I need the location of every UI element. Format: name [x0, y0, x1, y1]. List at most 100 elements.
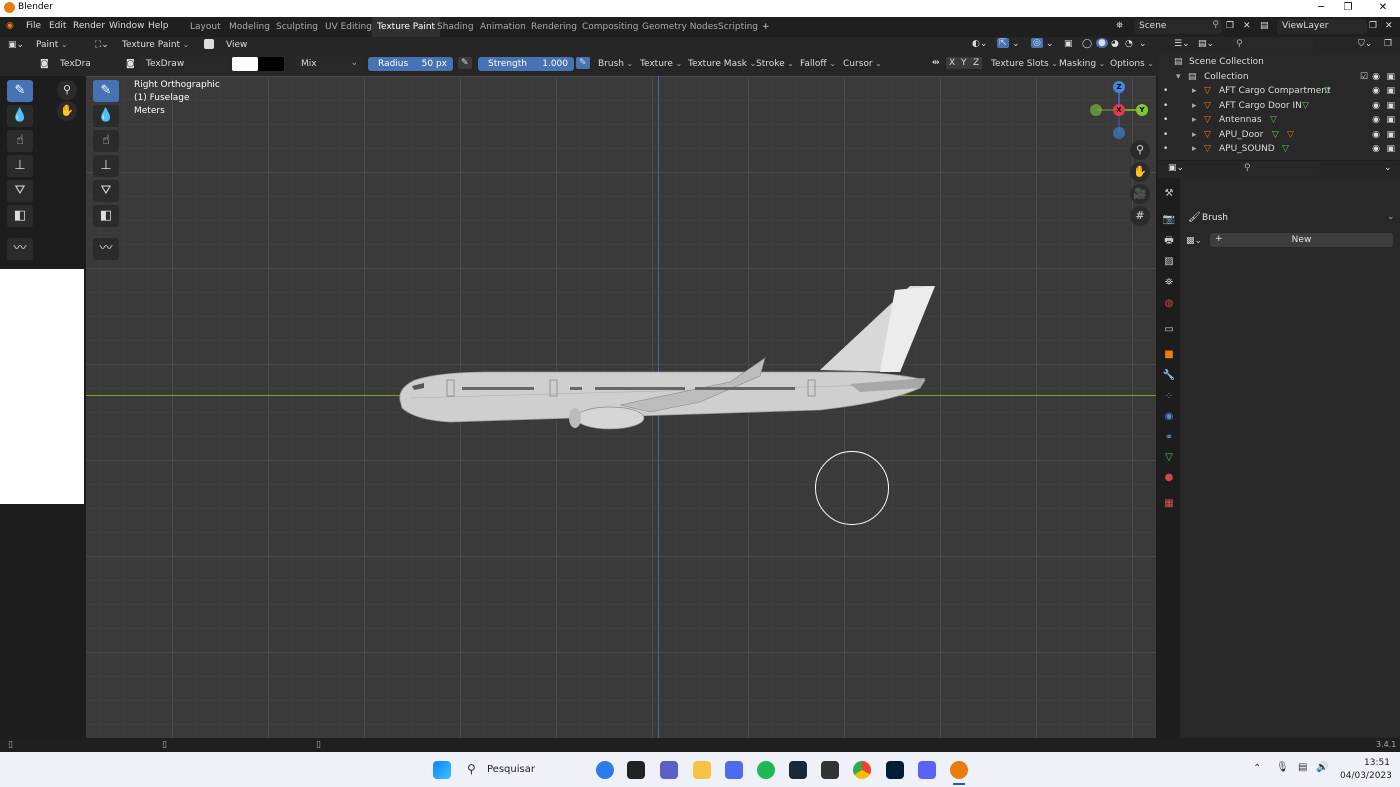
image-canvas[interactable] [0, 269, 84, 504]
chat-icon[interactable] [660, 761, 678, 779]
camera-icon[interactable]: ▣ [1386, 130, 1395, 140]
rendered-shading-icon[interactable]: ◔ [1125, 39, 1133, 49]
tool-tab-icon[interactable]: ⚒ [1162, 187, 1176, 201]
eye-icon[interactable]: ◉ [1372, 72, 1380, 82]
gizmo-toggle-icon[interactable]: ⇱ [997, 38, 1009, 48]
network-icon[interactable]: ▤ [1298, 762, 1307, 773]
view-layer-icon[interactable]: ▤ [1260, 21, 1269, 31]
vp-soften-tool-button[interactable]: 💧 [93, 105, 119, 127]
image-name[interactable]: TexDra [60, 59, 91, 69]
chevron-down-icon[interactable]: ⌄ [1387, 212, 1395, 222]
outliner-scene-collection[interactable]: ▤ Scene Collection [1162, 57, 1398, 71]
expand-icon[interactable]: ▸ [1192, 86, 1197, 96]
windows-start-icon[interactable] [433, 761, 451, 779]
viewport-editor-type-icon[interactable]: ⛶⌄ [95, 40, 109, 50]
expand-icon[interactable]: ▸ [1192, 101, 1197, 111]
file-explorer-icon[interactable] [693, 761, 711, 779]
tab-layout[interactable]: Layout [185, 17, 226, 37]
volume-icon[interactable]: 🔊 [1316, 762, 1328, 773]
properties-search-input[interactable]: ⚲ [1240, 162, 1320, 176]
overlay-dropdown-icon[interactable]: ⌄ [1046, 39, 1054, 49]
world-tab-icon[interactable]: ◍ [1162, 297, 1176, 311]
camera-view-icon[interactable]: 🎥 [1130, 184, 1150, 204]
new-brush-button[interactable]: + New [1210, 233, 1393, 247]
tab-scripting[interactable]: Scripting [713, 17, 763, 37]
eye-icon[interactable]: ◉ [1372, 115, 1380, 125]
camera-icon[interactable]: ▣ [1386, 86, 1395, 96]
pin-icon[interactable]: ⚲ [1212, 20, 1219, 30]
strength-slider[interactable]: Strength 1.000 [478, 57, 574, 71]
fill-tool-button[interactable]: ⛛ [7, 180, 33, 202]
texture-panel-dropdown[interactable]: Texture [640, 59, 682, 69]
options-dropdown[interactable]: Options [1110, 59, 1154, 69]
gizmo-neg-y-axis[interactable] [1090, 104, 1102, 116]
new-view-layer-icon[interactable]: ❐ [1369, 21, 1377, 31]
tab-compositing[interactable]: Compositing [577, 17, 643, 37]
cursor-dropdown[interactable]: Cursor [843, 59, 882, 69]
solid-shading-icon[interactable]: ● [1096, 38, 1108, 48]
brush-name-field[interactable]: TexDraw [140, 57, 228, 72]
microphone-icon[interactable]: 🎙 [1276, 762, 1289, 773]
blender-taskbar-icon[interactable] [950, 761, 968, 779]
expand-icon[interactable]: ▸ [1192, 144, 1197, 154]
interaction-mode-dropdown[interactable]: Texture Paint [122, 40, 189, 50]
expand-icon[interactable]: ▸ [1192, 115, 1197, 125]
menu-window[interactable]: Window [109, 21, 145, 31]
shading-dropdown-icon[interactable]: ⌄ [1139, 39, 1147, 49]
camera-icon[interactable]: ▣ [1386, 115, 1395, 125]
scene-tab-icon[interactable]: ⛯ [1162, 276, 1176, 290]
clock-date[interactable]: 04/03/2023 [1340, 771, 1392, 781]
tab-modeling[interactable]: Modeling [224, 17, 275, 37]
gizmo-dropdown-icon[interactable]: ⌄ [1012, 39, 1020, 49]
ortho-toggle-icon[interactable]: # [1130, 206, 1150, 226]
search-icon[interactable]: ⚲ [467, 762, 476, 776]
texture-mask-dropdown[interactable]: Texture Mask [688, 59, 756, 69]
material-tab-icon[interactable]: ● [1162, 471, 1176, 485]
gizmo-y-axis[interactable]: Y [1136, 104, 1148, 116]
xray-toggle-icon[interactable]: ▣ [1064, 39, 1073, 49]
properties-options-icon[interactable]: ⌄ [1384, 163, 1392, 173]
vp-mask-tool-button[interactable]: ◧ [93, 205, 119, 227]
menu-render[interactable]: Render [73, 21, 105, 31]
discord-icon[interactable] [918, 761, 936, 779]
zoom-view-icon[interactable]: ⚲ [1130, 140, 1150, 160]
image-browse-icon[interactable]: ◙ [40, 59, 49, 69]
smear-tool-button[interactable]: ☝ [7, 130, 33, 152]
material-shading-icon[interactable]: ◕ [1111, 39, 1119, 49]
modifier-tab-icon[interactable]: 🔧 [1162, 369, 1176, 383]
clone-tool-button[interactable]: ⊥ [7, 155, 33, 177]
remove-view-layer-icon[interactable]: ✕ [1385, 21, 1393, 31]
tab-rendering[interactable]: Rendering [526, 17, 582, 37]
properties-editor-type-icon[interactable]: ▣⌄ [1168, 163, 1184, 173]
tab-texture-paint[interactable]: Texture Paint [372, 17, 441, 37]
pan-view-icon[interactable]: ✋ [1130, 162, 1150, 182]
app-icon[interactable] [725, 761, 743, 779]
brush-panel-title[interactable]: Brush [1202, 213, 1228, 223]
eye-icon[interactable]: ◉ [1372, 101, 1380, 111]
view-menu[interactable]: View [226, 40, 247, 50]
filter-icon[interactable]: ⛉⌄ [1358, 39, 1372, 49]
mirror-z-toggle[interactable]: Z [970, 57, 983, 69]
tab-shading[interactable]: Shading [432, 17, 479, 37]
gizmo-x-axis[interactable]: X [1113, 104, 1125, 116]
gizmo-z-axis[interactable]: Z [1113, 81, 1125, 93]
menu-file[interactable]: File [26, 21, 41, 31]
constraints-tab-icon[interactable]: ⚭ [1162, 431, 1176, 445]
add-workspace-icon[interactable]: + [757, 17, 775, 37]
steam-icon[interactable] [789, 761, 807, 779]
vp-fill-tool-button[interactable]: ⛛ [93, 180, 119, 202]
paint-mask-toggle[interactable] [204, 39, 214, 49]
outliner-collection[interactable]: ▾ ▤ Collection ☑ ◉ ▣ [1162, 72, 1398, 86]
outliner-item[interactable]: • ▸ ▽ AFT Cargo Door IN ▽ ◉ ▣ [1162, 101, 1398, 115]
scene-icon[interactable]: ⛯ [1116, 21, 1123, 31]
expand-icon[interactable]: ▸ [1192, 130, 1197, 140]
eye-icon[interactable]: ◉ [1372, 144, 1380, 154]
bing-icon[interactable] [596, 761, 614, 779]
masking-dropdown[interactable]: Masking [1059, 59, 1105, 69]
expand-icon[interactable]: ▾ [1176, 72, 1181, 82]
mirror-x-toggle[interactable]: X [946, 57, 959, 69]
menu-edit[interactable]: Edit [49, 21, 66, 31]
task-view-icon[interactable] [627, 761, 645, 779]
tab-geometry-nodes[interactable]: Geometry Nodes [637, 17, 723, 37]
eye-icon[interactable]: ◉ [1372, 130, 1380, 140]
